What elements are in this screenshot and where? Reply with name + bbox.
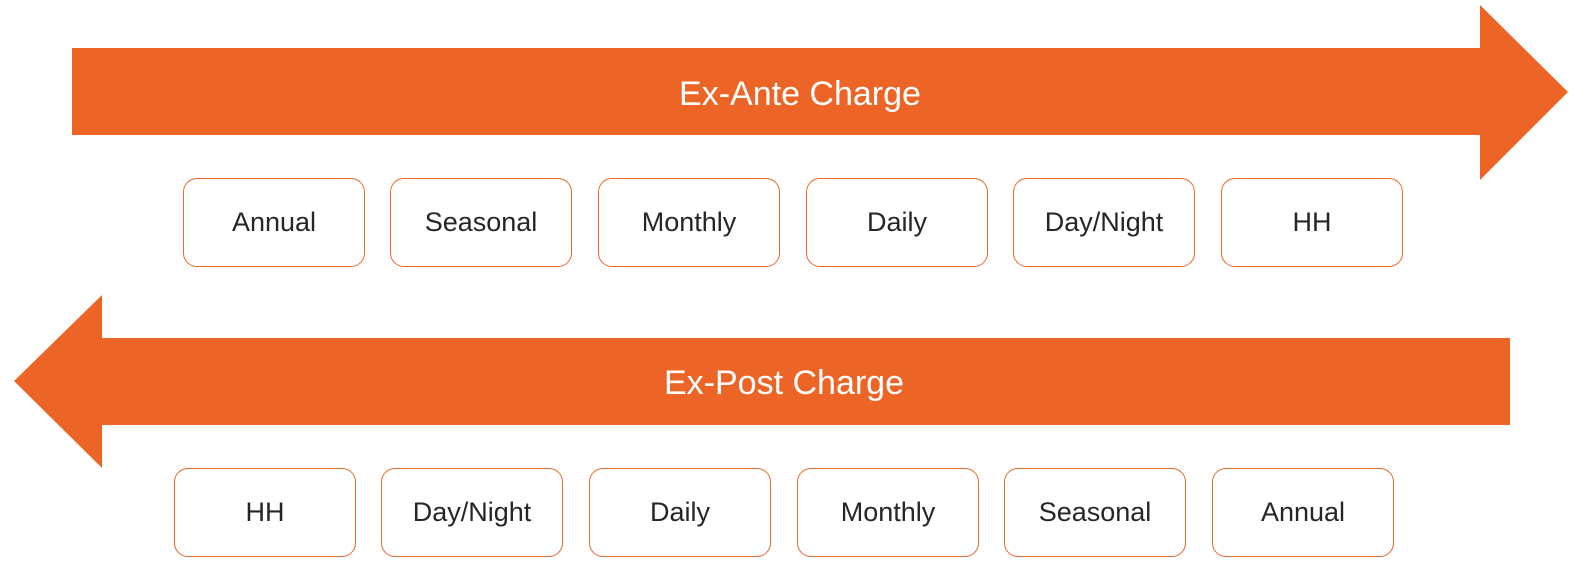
ex-post-item-daily: Daily — [589, 468, 771, 557]
ex-ante-item-daily: Daily — [806, 178, 988, 267]
ex-post-item-day-night: Day/Night — [381, 468, 563, 557]
ex-ante-item-hh: HH — [1221, 178, 1403, 267]
ex-post-item-annual: Annual — [1212, 468, 1394, 557]
ex-ante-item-annual: Annual — [183, 178, 365, 267]
ex-ante-item-monthly: Monthly — [598, 178, 780, 267]
ex-ante-item-day-night: Day/Night — [1013, 178, 1195, 267]
ex-ante-item-seasonal: Seasonal — [390, 178, 572, 267]
ex-post-item-hh: HH — [174, 468, 356, 557]
ex-post-item-seasonal: Seasonal — [1004, 468, 1186, 557]
ex-post-item-monthly: Monthly — [797, 468, 979, 557]
ex-post-label: Ex-Post Charge — [664, 364, 904, 402]
ex-ante-label: Ex-Ante Charge — [679, 75, 921, 113]
